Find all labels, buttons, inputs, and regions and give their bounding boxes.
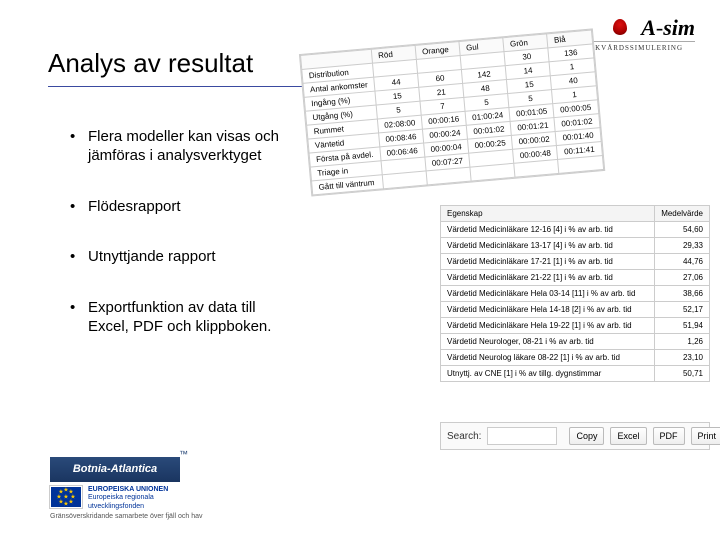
util-row-value: 27,06 bbox=[655, 270, 710, 286]
util-row-label: Värdetid Medicinläkare 17-21 [1] i % av … bbox=[441, 254, 655, 270]
util-row-value: 44,76 bbox=[655, 254, 710, 270]
table-row: Värdetid Neurolog läkare 08-22 [1] i % a… bbox=[441, 350, 710, 366]
bullet-item: Flödesrapport bbox=[70, 198, 290, 217]
table-row: Värdetid Medicinläkare Hela 03-14 [11] i… bbox=[441, 286, 710, 302]
excel-button[interactable]: Excel bbox=[610, 427, 646, 445]
util-row-label: Värdetid Medicinläkare Hela 19-22 [1] i … bbox=[441, 318, 655, 334]
table-row: Värdetid Medicinläkare 13-17 [4] i % av … bbox=[441, 238, 710, 254]
util-row-value: 50,71 bbox=[655, 366, 710, 382]
search-input[interactable] bbox=[487, 427, 557, 445]
flow-cell bbox=[470, 163, 515, 181]
util-row-label: Värdetid Medicinläkare Hela 14-18 [2] i … bbox=[441, 302, 655, 318]
util-row-value: 52,17 bbox=[655, 302, 710, 318]
flow-cell bbox=[426, 167, 471, 185]
util-row-value: 23,10 bbox=[655, 350, 710, 366]
util-col-label: Egenskap bbox=[441, 206, 655, 222]
util-row-label: Värdetid Neurolog läkare 08-22 [1] i % a… bbox=[441, 350, 655, 366]
bullet-list: Flera modeller kan visas och jämföras i … bbox=[70, 128, 290, 369]
bullet-item: Exportfunktion av data till Excel, PDF o… bbox=[70, 299, 290, 337]
util-row-label: Värdetid Medicinläkare 13-17 [4] i % av … bbox=[441, 238, 655, 254]
flow-cell bbox=[382, 171, 427, 189]
util-row-value: 38,66 bbox=[655, 286, 710, 302]
flow-cell bbox=[558, 156, 603, 174]
table-row: Utnyttj. av CNE [1] i % av tillg. dygnst… bbox=[441, 366, 710, 382]
eu-line3: utvecklingsfonden bbox=[88, 503, 168, 511]
util-row-value: 54,60 bbox=[655, 222, 710, 238]
util-row-label: Utnyttj. av CNE [1] i % av tillg. dygnst… bbox=[441, 366, 655, 382]
eu-flag-icon bbox=[50, 486, 82, 508]
util-row-value: 29,33 bbox=[655, 238, 710, 254]
table-row: Värdetid Medicinläkare 17-21 [1] i % av … bbox=[441, 254, 710, 270]
table-row: Värdetid Medicinläkare 21-22 [1] i % av … bbox=[441, 270, 710, 286]
pdf-button[interactable]: PDF bbox=[653, 427, 685, 445]
eu-line2: Europeiska regionala bbox=[88, 494, 168, 502]
sponsor-logos: Botnia-Atlantica ™ EUROPEISKA UNIONEN Eu… bbox=[50, 457, 203, 520]
flow-cell bbox=[514, 159, 559, 177]
tm-icon: ™ bbox=[179, 449, 188, 459]
search-label: Search: bbox=[447, 431, 481, 442]
eu-line1: EUROPEISKA UNIONEN bbox=[88, 486, 168, 493]
util-row-label: Värdetid Medicinläkare 12-16 [4] i % av … bbox=[441, 222, 655, 238]
copy-button[interactable]: Copy bbox=[569, 427, 604, 445]
botnia-text: Botnia-Atlantica bbox=[73, 463, 157, 475]
slide-title: Analys av resultat bbox=[48, 48, 253, 79]
util-row-label: Värdetid Neurologer, 08-21 i % av arb. t… bbox=[441, 334, 655, 350]
table-row: Värdetid Medicinläkare Hela 14-18 [2] i … bbox=[441, 302, 710, 318]
util-row-value: 1,26 bbox=[655, 334, 710, 350]
table-row: Värdetid Medicinläkare Hela 19-22 [1] i … bbox=[441, 318, 710, 334]
table-row: Värdetid Medicinläkare 12-16 [4] i % av … bbox=[441, 222, 710, 238]
sponsor-footer: Gränsöverskridande samarbete över fjäll … bbox=[50, 513, 203, 520]
eu-text: EUROPEISKA UNIONEN Europeiska regionala … bbox=[88, 486, 168, 511]
util-col-value: Medelvärde bbox=[655, 206, 710, 222]
botnia-logo: Botnia-Atlantica ™ bbox=[50, 457, 180, 482]
bullet-item: Utnyttjande rapport bbox=[70, 248, 290, 267]
print-button[interactable]: Print bbox=[691, 427, 720, 445]
flow-table: RödOrangeGulGrönBlå Distribution30136Ant… bbox=[300, 30, 604, 196]
util-row-value: 51,94 bbox=[655, 318, 710, 334]
bullet-item: Flera modeller kan visas och jämföras i … bbox=[70, 128, 290, 166]
util-row-label: Värdetid Medicinläkare Hela 03-14 [11] i… bbox=[441, 286, 655, 302]
util-row-label: Värdetid Medicinläkare 21-22 [1] i % av … bbox=[441, 270, 655, 286]
table-row: Värdetid Neurologer, 08-21 i % av arb. t… bbox=[441, 334, 710, 350]
export-toolbar: Search: Copy Excel PDF Print bbox=[440, 422, 710, 450]
utilisation-table: Egenskap Medelvärde Värdetid Medicinläka… bbox=[440, 205, 710, 382]
